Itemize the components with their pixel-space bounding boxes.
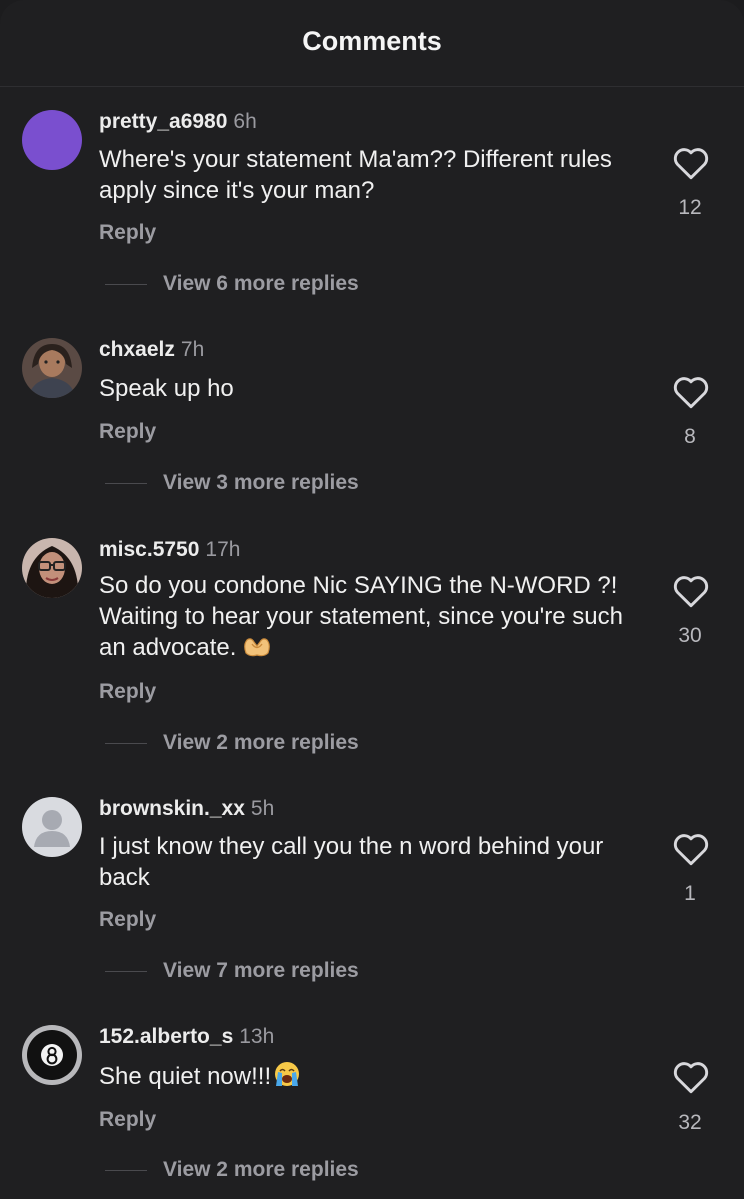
divider [105,482,147,484]
divider [105,970,147,972]
view-more-replies-label: View 3 more replies [163,471,359,494]
timestamp: 5h [250,797,275,820]
page-title: Comments [302,26,442,56]
comments-sheet: Comments pretty_a6980 6h Where's your sta… [0,0,744,1199]
reply-button[interactable]: Reply [99,1108,156,1132]
username[interactable]: chxaelz [99,338,175,361]
like-count: 12 [678,196,702,219]
timestamp: 17h [205,538,241,561]
comments-header: Comments [0,0,744,87]
comment-meta: brownskin._xx 5h [99,797,274,821]
view-more-replies[interactable]: View 7 more replies [105,959,359,983]
avatar[interactable] [22,538,82,598]
comment-meta: 152.alberto_s 13h [99,1025,274,1049]
divider [105,283,147,285]
avatar[interactable] [22,1025,82,1085]
avatar[interactable] [22,797,82,857]
comment-text: I just know they call you the n word beh… [99,833,604,891]
like-count: 8 [684,425,696,448]
heart-icon[interactable] [672,1060,710,1094]
comment-text-body: She quiet now!!! [99,1063,272,1090]
timestamp: 13h [239,1025,275,1048]
heart-icon[interactable] [672,574,710,608]
view-more-replies-label: View 2 more replies [163,1158,359,1181]
like-count: 30 [678,624,702,647]
username[interactable]: 152.alberto_s [99,1025,233,1048]
like-count: 1 [684,882,696,905]
view-more-replies[interactable]: View 2 more replies [105,731,359,755]
reply-button[interactable]: Reply [99,420,156,444]
view-more-replies[interactable]: View 6 more replies [105,272,359,296]
view-more-replies-label: View 6 more replies [163,272,359,295]
comment-text-body: So do you condone Nic SAYING the N-WORD … [99,572,623,661]
heart-icon[interactable] [672,832,710,866]
avatar[interactable] [22,110,82,170]
view-more-replies-label: View 2 more replies [163,731,359,754]
avatar[interactable] [22,338,82,398]
comment-text: Speak up ho [99,375,234,402]
timestamp: 6h [233,110,257,133]
heart-icon[interactable] [672,146,710,180]
comment-meta: misc.5750 17h [99,538,240,562]
reply-button[interactable]: Reply [99,908,156,932]
comment-text: Where's your statement Ma'am?? Different… [99,146,612,204]
timestamp: 7h [180,338,205,361]
username[interactable]: brownskin._xx [99,797,245,820]
reply-button[interactable]: Reply [99,221,156,245]
reply-button[interactable]: Reply [99,680,156,704]
divider [105,742,147,744]
divider [105,1169,147,1171]
loudly-crying-face-emoji-icon [273,1060,301,1096]
comment-meta: pretty_a6980 6h [99,110,257,134]
username[interactable]: misc.5750 [99,538,199,561]
comment-text: She quiet now!!! [99,1060,639,1096]
comment-text: So do you condone Nic SAYING the N-WORD … [99,570,629,667]
view-more-replies[interactable]: View 2 more replies [105,1158,359,1182]
like-count: 32 [678,1111,702,1134]
heart-hands-emoji-icon [242,635,272,667]
view-more-replies-label: View 7 more replies [163,959,359,982]
comment-meta: chxaelz 7h [99,338,204,362]
username[interactable]: pretty_a6980 [99,110,227,133]
heart-icon[interactable] [672,375,710,409]
view-more-replies[interactable]: View 3 more replies [105,471,359,495]
